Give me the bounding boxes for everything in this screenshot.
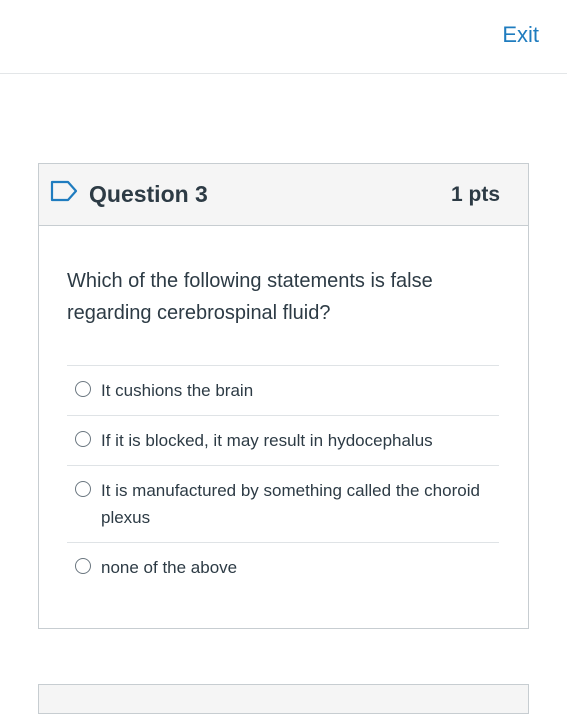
radio-button[interactable] [75,558,91,574]
answer-option[interactable]: If it is blocked, it may result in hydoc… [67,415,499,465]
answer-label: It is manufactured by something called t… [101,481,480,527]
answer-label: If it is blocked, it may result in hydoc… [101,431,433,450]
top-bar: Exit [0,0,567,74]
answer-option[interactable]: It cushions the brain [67,365,499,415]
answer-label: none of the above [101,558,238,577]
radio-button[interactable] [75,431,91,447]
question-title: Question 3 [89,181,208,207]
answer-option[interactable]: none of the above [67,542,499,592]
bookmark-flag-icon[interactable] [50,180,78,202]
answer-list: It cushions the brain If it is blocked, … [67,365,499,592]
radio-button[interactable] [75,481,91,497]
question-points: 1 pts [450,183,500,206]
next-question-card [38,684,529,714]
exit-link[interactable]: Exit [502,22,539,48]
answer-label: It cushions the brain [101,381,254,400]
question-card: Question 3 1 pts Which of the following … [38,163,529,629]
answer-option[interactable]: It is manufactured by something called t… [67,465,499,542]
question-text: Which of the following statements is fal… [67,270,433,324]
question-header: Question 3 1 pts [39,164,528,226]
radio-button[interactable] [75,381,91,397]
